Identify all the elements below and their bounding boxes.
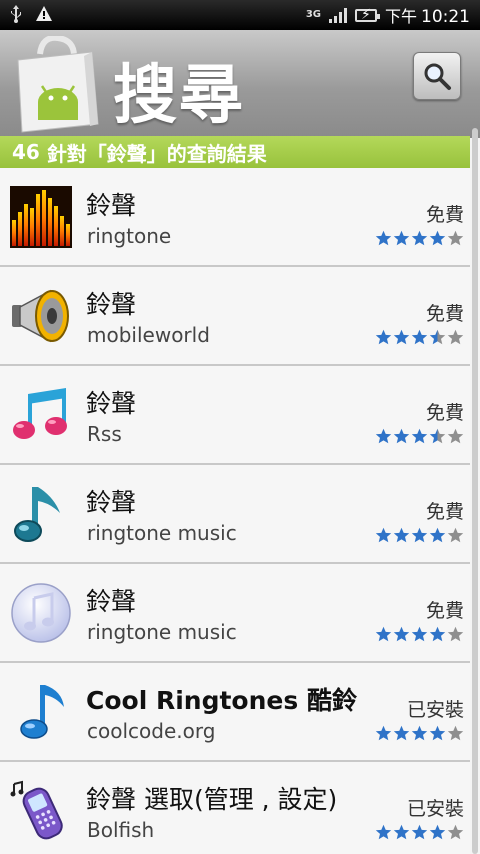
usb-icon <box>10 4 22 26</box>
app-developer: coolcode.org <box>87 719 216 743</box>
list-item[interactable]: 鈴聲 Rss 免費 <box>0 366 470 465</box>
market-header: 搜尋 <box>0 30 480 138</box>
scrollbar-track[interactable] <box>472 128 478 854</box>
app-price: 免費 <box>425 600 464 622</box>
star-icon <box>429 329 446 345</box>
magnifier-icon <box>424 63 451 90</box>
star-icon <box>393 626 410 642</box>
rating-stars <box>375 527 464 544</box>
app-developer: ringtone music <box>87 521 237 545</box>
app-price: 已安裝 <box>406 699 464 721</box>
star-icon <box>447 527 464 543</box>
star-icon <box>447 428 464 444</box>
warning-icon <box>36 6 52 24</box>
app-name: 鈴聲 選取(管理 , 設定) <box>86 785 338 814</box>
star-icon <box>411 230 428 246</box>
battery-charging-icon: ⚡ <box>354 7 380 23</box>
app-developer: ringtone music <box>87 620 237 644</box>
star-icon <box>447 329 464 345</box>
star-icon <box>429 527 446 543</box>
app-name: 鈴聲 <box>86 587 137 616</box>
star-icon <box>411 725 428 741</box>
list-item[interactable]: Cool Ringtones 酷鈴 coolcode.org 已安裝 <box>0 663 470 762</box>
app-name: 鈴聲 <box>86 488 137 517</box>
equalizer-icon <box>10 186 72 248</box>
star-icon <box>447 824 464 840</box>
star-icon <box>447 230 464 246</box>
rating-stars <box>375 626 464 643</box>
star-icon <box>411 329 428 345</box>
app-price: 免費 <box>425 501 464 523</box>
star-icon <box>375 329 392 345</box>
clock-time: 10:21 <box>421 7 470 27</box>
rating-stars <box>375 428 464 445</box>
app-price: 免費 <box>425 402 464 424</box>
star-icon <box>429 824 446 840</box>
app-name: 鈴聲 <box>86 290 137 319</box>
app-name: 鈴聲 <box>86 389 137 418</box>
app-developer: mobileworld <box>87 323 210 347</box>
result-count-bar: 46 針對「鈴聲」的查詢結果 <box>0 136 470 168</box>
star-icon <box>429 626 446 642</box>
phone-icon <box>10 780 63 840</box>
rating-stars <box>375 230 464 247</box>
list-item[interactable]: 鈴聲 ringtone 免費 <box>0 168 470 267</box>
clock-ampm: 下午 <box>384 7 417 26</box>
speaker-icon <box>12 289 69 343</box>
signal-strength-icon <box>328 7 347 23</box>
app-price: 已安裝 <box>406 798 464 820</box>
music-disc-icon <box>11 583 71 643</box>
star-icon <box>393 725 410 741</box>
network-type-label: 3G <box>305 9 321 20</box>
star-icon <box>393 428 410 444</box>
star-icon <box>375 725 392 741</box>
list-item[interactable]: 鈴聲 ringtone music 免費 <box>0 465 470 564</box>
app-developer: Rss <box>87 422 122 446</box>
star-icon <box>429 725 446 741</box>
status-clock: 下午 10:21 <box>385 3 470 27</box>
star-icon <box>411 626 428 642</box>
star-icon <box>411 527 428 543</box>
list-item[interactable]: 鈴聲 mobileworld 免費 <box>0 267 470 366</box>
star-icon <box>411 428 428 444</box>
star-icon <box>447 626 464 642</box>
star-icon <box>393 329 410 345</box>
star-icon <box>393 230 410 246</box>
rating-stars <box>375 725 464 742</box>
star-icon <box>375 527 392 543</box>
search-button[interactable] <box>413 52 461 100</box>
list-item[interactable]: 鈴聲 選取(管理 , 設定) Bolfish 已安裝 <box>0 762 470 854</box>
list-item[interactable]: 鈴聲 ringtone music 免費 <box>0 564 470 663</box>
star-icon <box>393 527 410 543</box>
app-developer: Bolfish <box>87 818 155 842</box>
star-icon <box>375 428 392 444</box>
app-developer: ringtone <box>87 224 172 248</box>
star-icon <box>429 428 446 444</box>
result-query-text: 針對「鈴聲」的查詢結果 <box>46 141 267 166</box>
music-notes-icon <box>13 388 67 439</box>
app-price: 免費 <box>425 303 464 325</box>
star-icon <box>375 824 392 840</box>
star-icon <box>375 626 392 642</box>
star-icon <box>429 230 446 246</box>
rating-stars <box>375 824 464 841</box>
blue-note-icon <box>20 685 64 739</box>
music-note-icon <box>14 487 60 542</box>
rating-stars <box>375 329 464 346</box>
star-icon <box>447 725 464 741</box>
market-bag-icon[interactable] <box>12 36 100 134</box>
app-list: 鈴聲 ringtone 免費 鈴聲 mobileworld 免費 鈴聲 Rss <box>0 168 470 854</box>
star-icon <box>375 230 392 246</box>
result-count: 46 <box>12 140 40 164</box>
page-title: 搜尋 <box>113 59 245 133</box>
app-name: Cool Ringtones 酷鈴 <box>86 686 357 715</box>
app-price: 免費 <box>425 204 464 226</box>
star-icon <box>411 824 428 840</box>
status-bar: 3G ⚡ 下午 10:21 <box>0 0 480 30</box>
star-icon <box>393 824 410 840</box>
app-name: 鈴聲 <box>86 191 137 220</box>
